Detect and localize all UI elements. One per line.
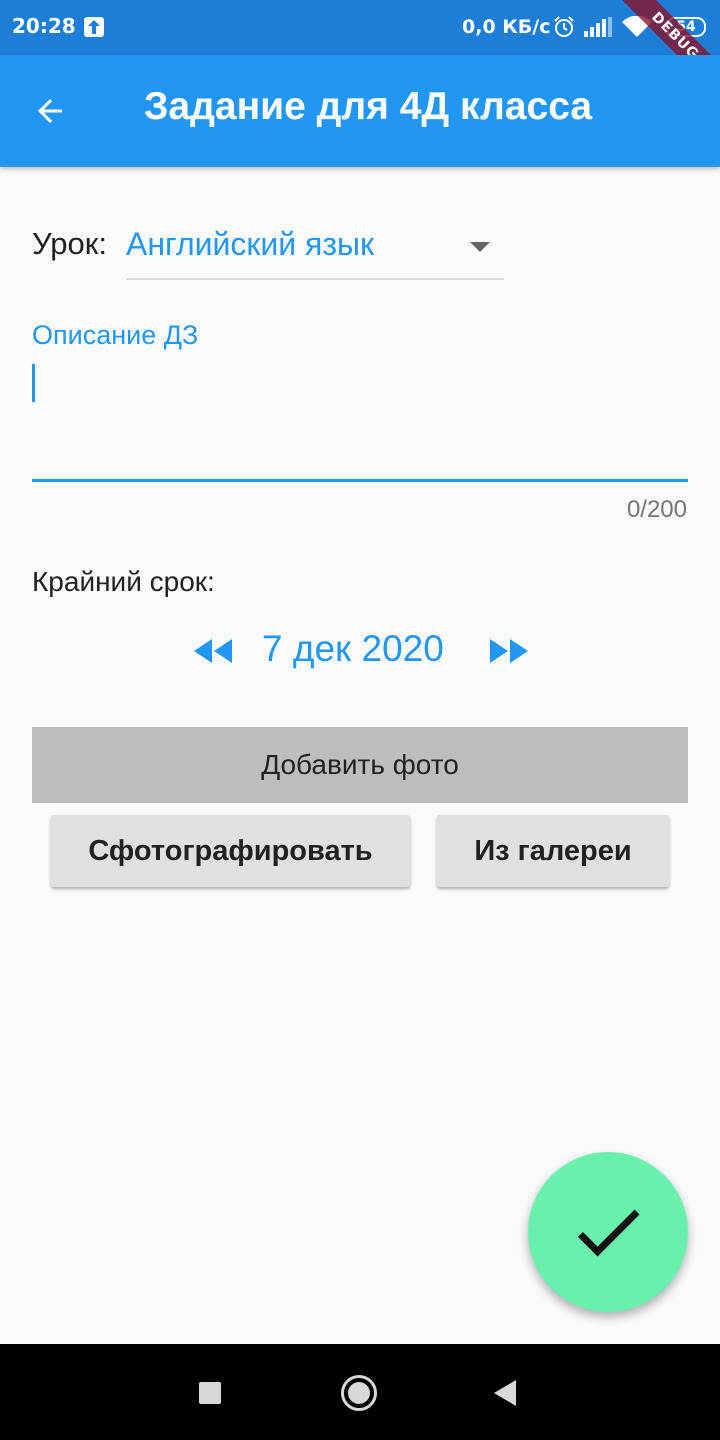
description-counter: 0/200 (626, 496, 687, 523)
battery-icon: 54 (666, 17, 706, 37)
back-button[interactable] (20, 81, 80, 141)
back-icon[interactable] (494, 1380, 516, 1406)
status-time: 20:28 (12, 14, 76, 38)
check-icon (577, 1209, 640, 1257)
deadline-date[interactable]: 7 дек 2020 (262, 628, 444, 670)
lesson-selected-value: Английский язык (126, 226, 375, 262)
take-photo-button[interactable]: Сфотографировать (51, 815, 410, 887)
app-bar: Задание для 4Д класса (0, 55, 720, 167)
previous-date-button[interactable] (192, 636, 236, 666)
status-bar: 20:28 0,0 КБ/с 54 (0, 0, 720, 55)
text-cursor (32, 364, 35, 402)
dropdown-arrow-icon (470, 242, 490, 252)
fast-forward-icon (490, 639, 528, 663)
description-label: Описание ДЗ (32, 320, 199, 350)
lesson-dropdown[interactable]: Английский язык (126, 214, 504, 280)
network-speed: 0,0 КБ/с (462, 16, 551, 38)
deadline-label: Крайний срок: (32, 566, 215, 597)
recent-apps-icon[interactable] (199, 1382, 221, 1404)
from-gallery-button[interactable]: Из галереи (437, 815, 669, 887)
alarm-icon (553, 16, 575, 42)
signal-icon (584, 17, 612, 41)
home-icon[interactable] (341, 1375, 377, 1411)
wifi-icon (622, 15, 652, 42)
system-nav-bar (0, 1344, 720, 1440)
fast-rewind-icon (194, 639, 232, 663)
add-photo-header: Добавить фото (32, 727, 688, 803)
next-date-button[interactable] (486, 636, 530, 666)
description-input[interactable] (32, 356, 688, 482)
arrow-back-icon (38, 99, 62, 123)
page-title: Задание для 4Д класса (144, 85, 593, 128)
save-fab-button[interactable] (528, 1152, 688, 1312)
upload-icon (84, 17, 104, 37)
lesson-label: Урок: (32, 226, 107, 261)
